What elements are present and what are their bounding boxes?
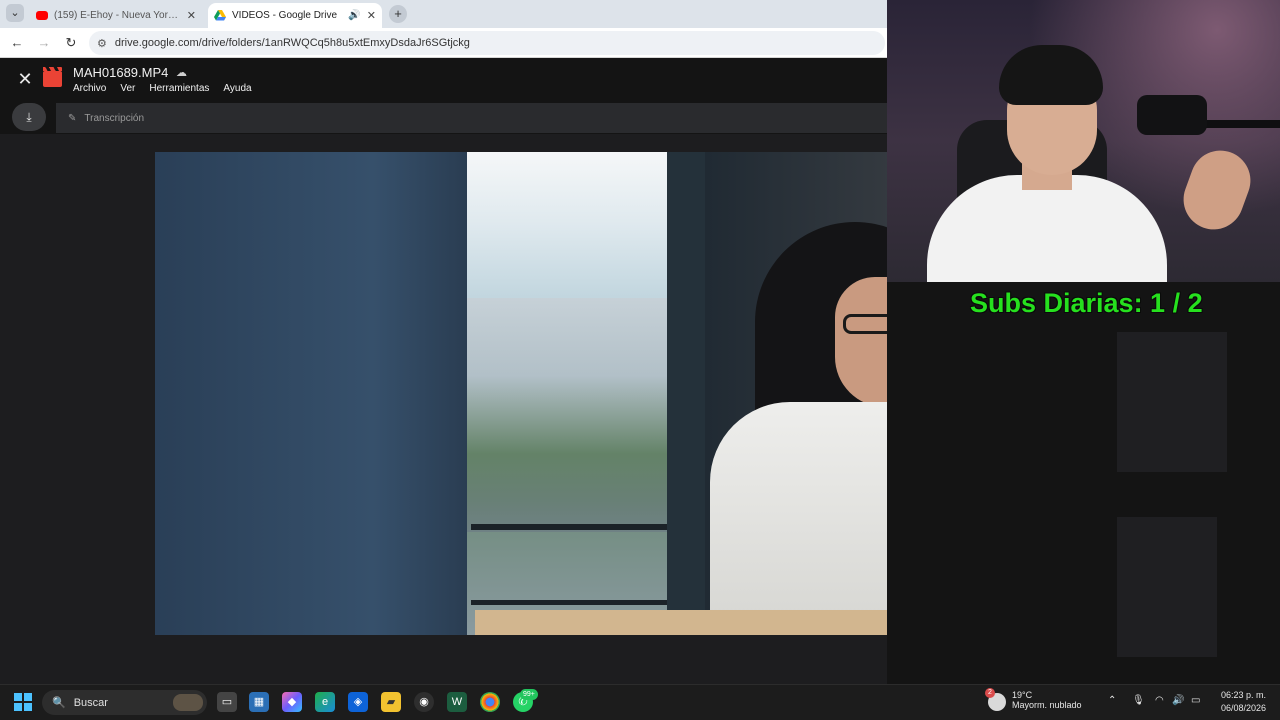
dropbox-icon[interactable]: ◈ <box>348 692 368 712</box>
subs-counter-overlay: Subs Diarias: 1 / 2 <box>970 288 1203 318</box>
video-file-icon <box>43 67 62 87</box>
task-view-icon[interactable]: ▭ <box>217 692 237 712</box>
transcript-bar[interactable]: ✎ Transcripción <box>56 103 887 133</box>
tab-title: VIDEOS - Google Drive <box>232 10 338 21</box>
battery-icon[interactable]: ▭ <box>1191 695 1200 706</box>
clock-date: 06/08/2026 <box>1220 703 1266 713</box>
browser-toolbar: ← → ↻ ⚙ drive.google.com/drive/folders/1… <box>0 28 887 58</box>
transcript-label: Transcripción <box>84 112 145 124</box>
close-tab-icon[interactable]: ✕ <box>367 9 376 22</box>
youtube-icon <box>36 11 48 20</box>
menu-herramientas[interactable]: Herramientas <box>149 83 209 94</box>
cloud-offline-icon[interactable]: ☁ <box>176 66 187 79</box>
search-placeholder: Buscar <box>73 696 108 709</box>
search-icon: 🔍 <box>52 697 66 709</box>
desktop-background <box>887 282 1280 684</box>
tab-title: (159) E-Ehoy - Nueva York - W... <box>54 10 181 21</box>
whatsapp-badge: 99+ <box>520 689 538 700</box>
weather-temp: 19°C <box>1012 690 1033 700</box>
tab-youtube[interactable]: (159) E-Ehoy - Nueva York - W... ✕ <box>30 3 202 28</box>
menu-archivo[interactable]: Archivo <box>73 83 106 94</box>
weather-desc: Mayorm. nublado <box>1012 700 1082 710</box>
windows-taskbar: 🔍 Buscar ▭ ▦ ◆ e ◈ ▰ ◉ W ✆ 99+ 2 19°C Ma… <box>0 684 1280 720</box>
clock-time: 06:23 p. m. <box>1220 690 1266 700</box>
video-wall <box>155 152 467 635</box>
volume-icon[interactable]: 🔊 <box>1172 695 1184 706</box>
microphone-icon[interactable]: 🎙 <box>1132 695 1145 706</box>
system-clock[interactable]: 06:23 p. m. 06/08/2026 <box>1214 689 1266 715</box>
url-text: drive.google.com/drive/folders/1anRWQCq5… <box>114 37 470 49</box>
site-info-icon[interactable]: ⚙ <box>97 37 107 50</box>
copilot-icon[interactable]: ◆ <box>282 692 302 712</box>
close-tab-icon[interactable]: ✕ <box>187 9 196 22</box>
webcam-person-hair <box>999 45 1103 105</box>
microsoft-store-icon[interactable]: ▦ <box>249 692 269 712</box>
file-explorer-icon[interactable]: ▰ <box>381 692 401 712</box>
menu-ver[interactable]: Ver <box>120 83 135 94</box>
background-card <box>1117 517 1217 657</box>
video-cityscape <box>467 272 671 532</box>
search-highlight-icon <box>173 694 203 711</box>
tab-google-drive[interactable]: VIDEOS - Google Drive 🔊 ✕ <box>208 3 382 28</box>
file-title: MAH01689.MP4 <box>73 65 169 80</box>
cloud-icon: 2 <box>985 688 1006 711</box>
close-icon[interactable]: ✕ <box>16 70 34 88</box>
background-card <box>1117 332 1227 472</box>
weather-widget[interactable]: 2 19°C Mayorm. nublado <box>985 688 1082 711</box>
chevron-up-icon[interactable]: ⌃ <box>1108 695 1116 706</box>
new-tab-button[interactable]: + <box>389 5 407 23</box>
back-icon[interactable]: ← <box>8 34 26 52</box>
address-bar[interactable]: ⚙ drive.google.com/drive/folders/1anRWQC… <box>89 31 885 55</box>
browser-tab-bar: ⌄ (159) E-Ehoy - Nueva York - W... ✕ VID… <box>0 0 887 28</box>
windows-start-icon[interactable] <box>14 693 32 711</box>
notification-badge: 2 <box>985 688 995 698</box>
chrome-icon[interactable] <box>480 692 500 712</box>
wifi-icon[interactable]: ◠ <box>1155 695 1164 706</box>
google-drive-icon <box>214 10 226 21</box>
speaker-icon[interactable]: 🔊 <box>348 10 360 21</box>
webcam-microphone <box>1137 95 1207 135</box>
app-icon[interactable]: ◉ <box>414 692 434 712</box>
video-window-frame <box>667 152 707 635</box>
viewer-menu: Archivo Ver Herramientas Ayuda <box>73 83 252 94</box>
edge-icon[interactable]: e <box>315 692 335 712</box>
transcript-icon: ✎ <box>68 112 77 124</box>
viewer-header: ✕ MAH01689.MP4 ☁ Archivo Ver Herramienta… <box>0 58 887 102</box>
menu-ayuda[interactable]: Ayuda <box>223 83 251 94</box>
webcam-overlay <box>887 0 1280 282</box>
tab-search-icon[interactable]: ⌄ <box>6 4 24 22</box>
forward-icon[interactable]: → <box>35 34 53 52</box>
download-button[interactable]: ⤓ <box>12 103 46 131</box>
w-app-icon[interactable]: W <box>447 692 467 712</box>
taskbar-search-input[interactable]: 🔍 Buscar <box>42 690 207 715</box>
reload-icon[interactable]: ↻ <box>62 34 80 52</box>
